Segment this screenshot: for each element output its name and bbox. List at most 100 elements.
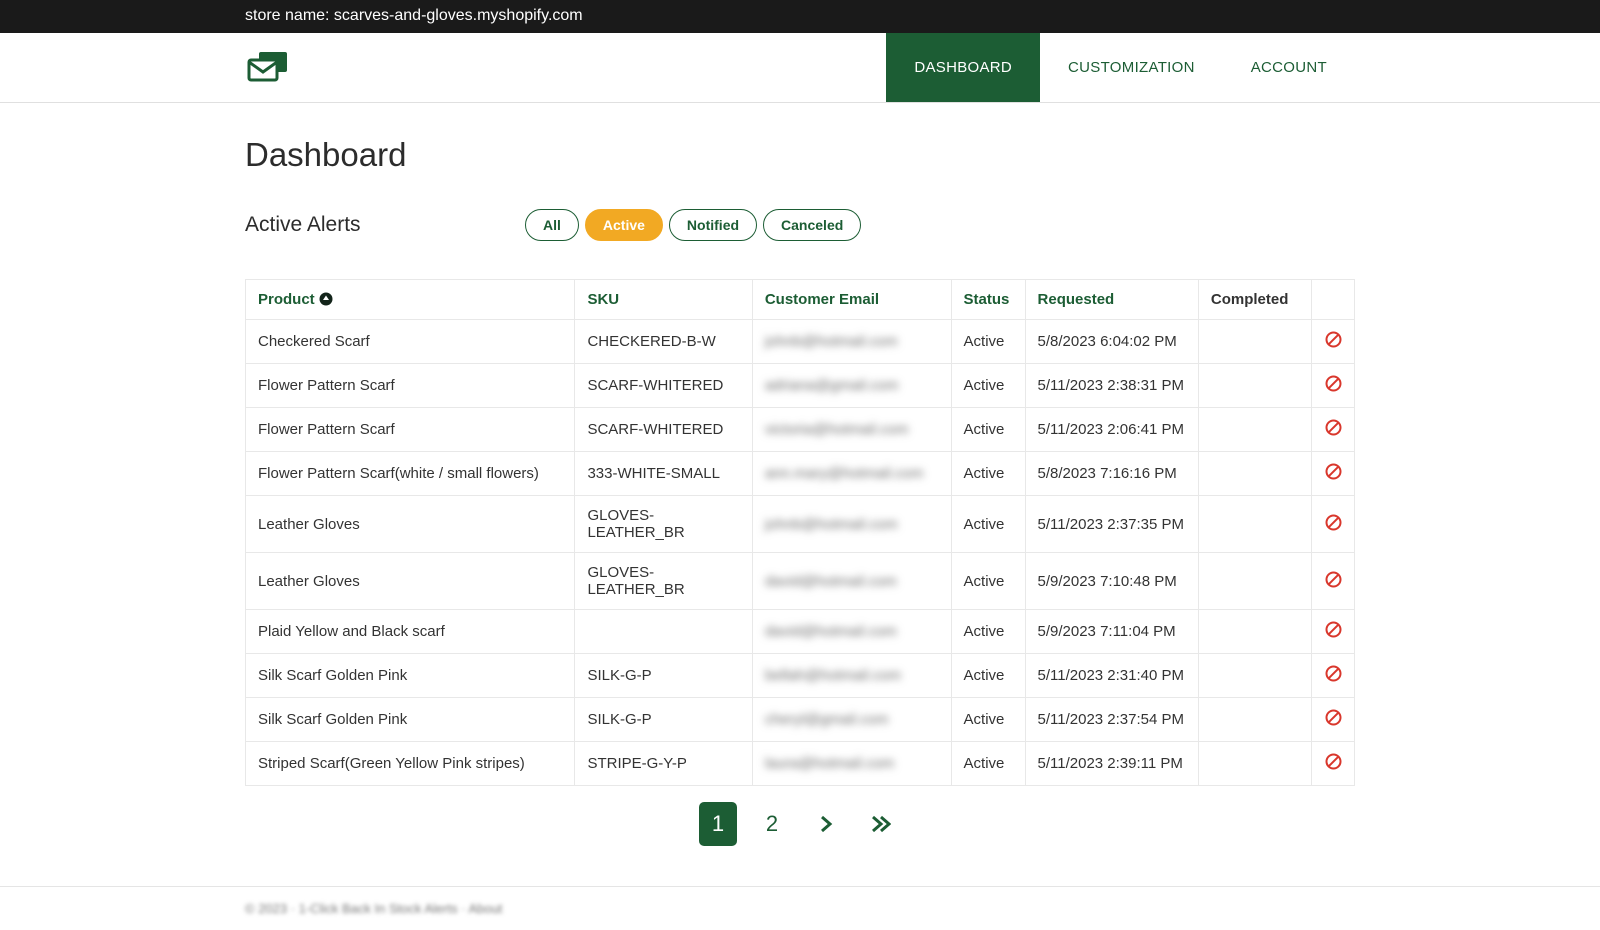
app-logo [245, 33, 291, 102]
mail-wallet-icon [245, 50, 291, 86]
sort-up-icon [319, 292, 333, 306]
cell-sku: 333-WHITE-SMALL [575, 452, 752, 496]
cell-sku: SCARF-WHITERED [575, 364, 752, 408]
cancel-alert-button[interactable] [1325, 331, 1342, 348]
app-header: DASHBOARD CUSTOMIZATION ACCOUNT [0, 33, 1600, 103]
cancel-alert-button[interactable] [1325, 709, 1342, 726]
cell-sku: CHECKERED-B-W [575, 320, 752, 364]
cell-completed [1198, 496, 1312, 553]
main-content: Dashboard Active Alerts All Active Notif… [245, 103, 1355, 876]
cancel-alert-button[interactable] [1325, 419, 1342, 436]
cell-status: Active [951, 742, 1025, 786]
cell-email: victoria@hotmail.com [752, 408, 951, 452]
cell-email: cheryl@gmail.com [752, 698, 951, 742]
cell-requested: 5/8/2023 7:16:16 PM [1025, 452, 1198, 496]
cell-completed [1198, 320, 1312, 364]
page-2[interactable]: 2 [753, 802, 791, 846]
table-row: Flower Pattern ScarfSCARF-WHITEREDadrian… [246, 364, 1355, 408]
cancel-alert-button[interactable] [1325, 375, 1342, 392]
cell-status: Active [951, 320, 1025, 364]
nav-customization[interactable]: CUSTOMIZATION [1040, 33, 1223, 102]
cell-email: ann.mary@hotmail.com [752, 452, 951, 496]
nav-account[interactable]: ACCOUNT [1223, 33, 1355, 102]
cell-requested: 5/9/2023 7:11:04 PM [1025, 610, 1198, 654]
cell-completed [1198, 553, 1312, 610]
table-row: Plaid Yellow and Black scarfdavid@hotmai… [246, 610, 1355, 654]
filter-active[interactable]: Active [585, 209, 663, 241]
col-product[interactable]: Product [246, 280, 575, 320]
cell-sku: GLOVES-LEATHER_BR [575, 496, 752, 553]
col-completed: Completed [1198, 280, 1312, 320]
footer-text: © 2023 · 1-Click Back In Stock Alerts · … [245, 887, 1355, 930]
cell-sku: SCARF-WHITERED [575, 408, 752, 452]
cancel-alert-button[interactable] [1325, 571, 1342, 588]
cell-email: johnb@hotmail.com [752, 496, 951, 553]
cell-product: Striped Scarf(Green Yellow Pink stripes) [246, 742, 575, 786]
cell-status: Active [951, 364, 1025, 408]
cancel-alert-button[interactable] [1325, 463, 1342, 480]
cancel-alert-button[interactable] [1325, 514, 1342, 531]
col-requested[interactable]: Requested [1025, 280, 1198, 320]
page-title: Dashboard [245, 136, 1355, 174]
chevron-right-icon [819, 815, 833, 833]
table-row: Flower Pattern Scarf(white / small flowe… [246, 452, 1355, 496]
cell-status: Active [951, 698, 1025, 742]
cell-status: Active [951, 553, 1025, 610]
cell-requested: 5/8/2023 6:04:02 PM [1025, 320, 1198, 364]
cell-email: laura@hotmail.com [752, 742, 951, 786]
table-row: Checkered ScarfCHECKERED-B-Wjohnb@hotmai… [246, 320, 1355, 364]
filter-all[interactable]: All [525, 209, 579, 241]
col-email[interactable]: Customer Email [752, 280, 951, 320]
cancel-alert-button[interactable] [1325, 753, 1342, 770]
section-title: Active Alerts [245, 213, 525, 237]
col-status[interactable]: Status [951, 280, 1025, 320]
cell-email: david@hotmail.com [752, 553, 951, 610]
cell-sku: SILK-G-P [575, 654, 752, 698]
cell-email: bellah@hotmail.com [752, 654, 951, 698]
cell-completed [1198, 654, 1312, 698]
cell-status: Active [951, 452, 1025, 496]
cell-requested: 5/11/2023 2:38:31 PM [1025, 364, 1198, 408]
col-action [1312, 280, 1355, 320]
filter-pills: All Active Notified Canceled [525, 209, 861, 241]
nav-dashboard[interactable]: DASHBOARD [886, 33, 1040, 102]
cell-status: Active [951, 654, 1025, 698]
cell-completed [1198, 364, 1312, 408]
page-last[interactable] [861, 802, 901, 846]
cell-product: Plaid Yellow and Black scarf [246, 610, 575, 654]
col-sku[interactable]: SKU [575, 280, 752, 320]
cell-sku [575, 610, 752, 654]
store-topbar: store name: scarves-and-gloves.myshopify… [0, 0, 1600, 33]
table-row: Leather GlovesGLOVES-LEATHER_BRdavid@hot… [246, 553, 1355, 610]
cell-product: Flower Pattern Scarf(white / small flowe… [246, 452, 575, 496]
cell-sku: GLOVES-LEATHER_BR [575, 553, 752, 610]
store-name-label: store name: scarves-and-gloves.myshopify… [245, 7, 583, 24]
alerts-table: Product SKU Customer Email Status Reques… [245, 279, 1355, 786]
cell-completed [1198, 742, 1312, 786]
page-next[interactable] [807, 802, 845, 846]
page-1[interactable]: 1 [699, 802, 737, 846]
cell-requested: 5/11/2023 2:31:40 PM [1025, 654, 1198, 698]
table-row: Flower Pattern ScarfSCARF-WHITEREDvictor… [246, 408, 1355, 452]
cell-status: Active [951, 610, 1025, 654]
filter-notified[interactable]: Notified [669, 209, 757, 241]
table-row: Silk Scarf Golden PinkSILK-G-Pbellah@hot… [246, 654, 1355, 698]
main-nav: DASHBOARD CUSTOMIZATION ACCOUNT [886, 33, 1355, 102]
cell-completed [1198, 408, 1312, 452]
cell-product: Checkered Scarf [246, 320, 575, 364]
cell-completed [1198, 698, 1312, 742]
cell-product: Leather Gloves [246, 496, 575, 553]
cell-email: adriana@gmail.com [752, 364, 951, 408]
cell-requested: 5/11/2023 2:37:54 PM [1025, 698, 1198, 742]
pagination: 1 2 [245, 786, 1355, 876]
cell-requested: 5/11/2023 2:06:41 PM [1025, 408, 1198, 452]
cancel-alert-button[interactable] [1325, 621, 1342, 638]
cell-status: Active [951, 408, 1025, 452]
cancel-alert-button[interactable] [1325, 665, 1342, 682]
table-row: Striped Scarf(Green Yellow Pink stripes)… [246, 742, 1355, 786]
cell-sku: STRIPE-G-Y-P [575, 742, 752, 786]
cell-requested: 5/11/2023 2:37:35 PM [1025, 496, 1198, 553]
cell-completed [1198, 452, 1312, 496]
table-row: Silk Scarf Golden PinkSILK-G-Pcheryl@gma… [246, 698, 1355, 742]
filter-canceled[interactable]: Canceled [763, 209, 861, 241]
